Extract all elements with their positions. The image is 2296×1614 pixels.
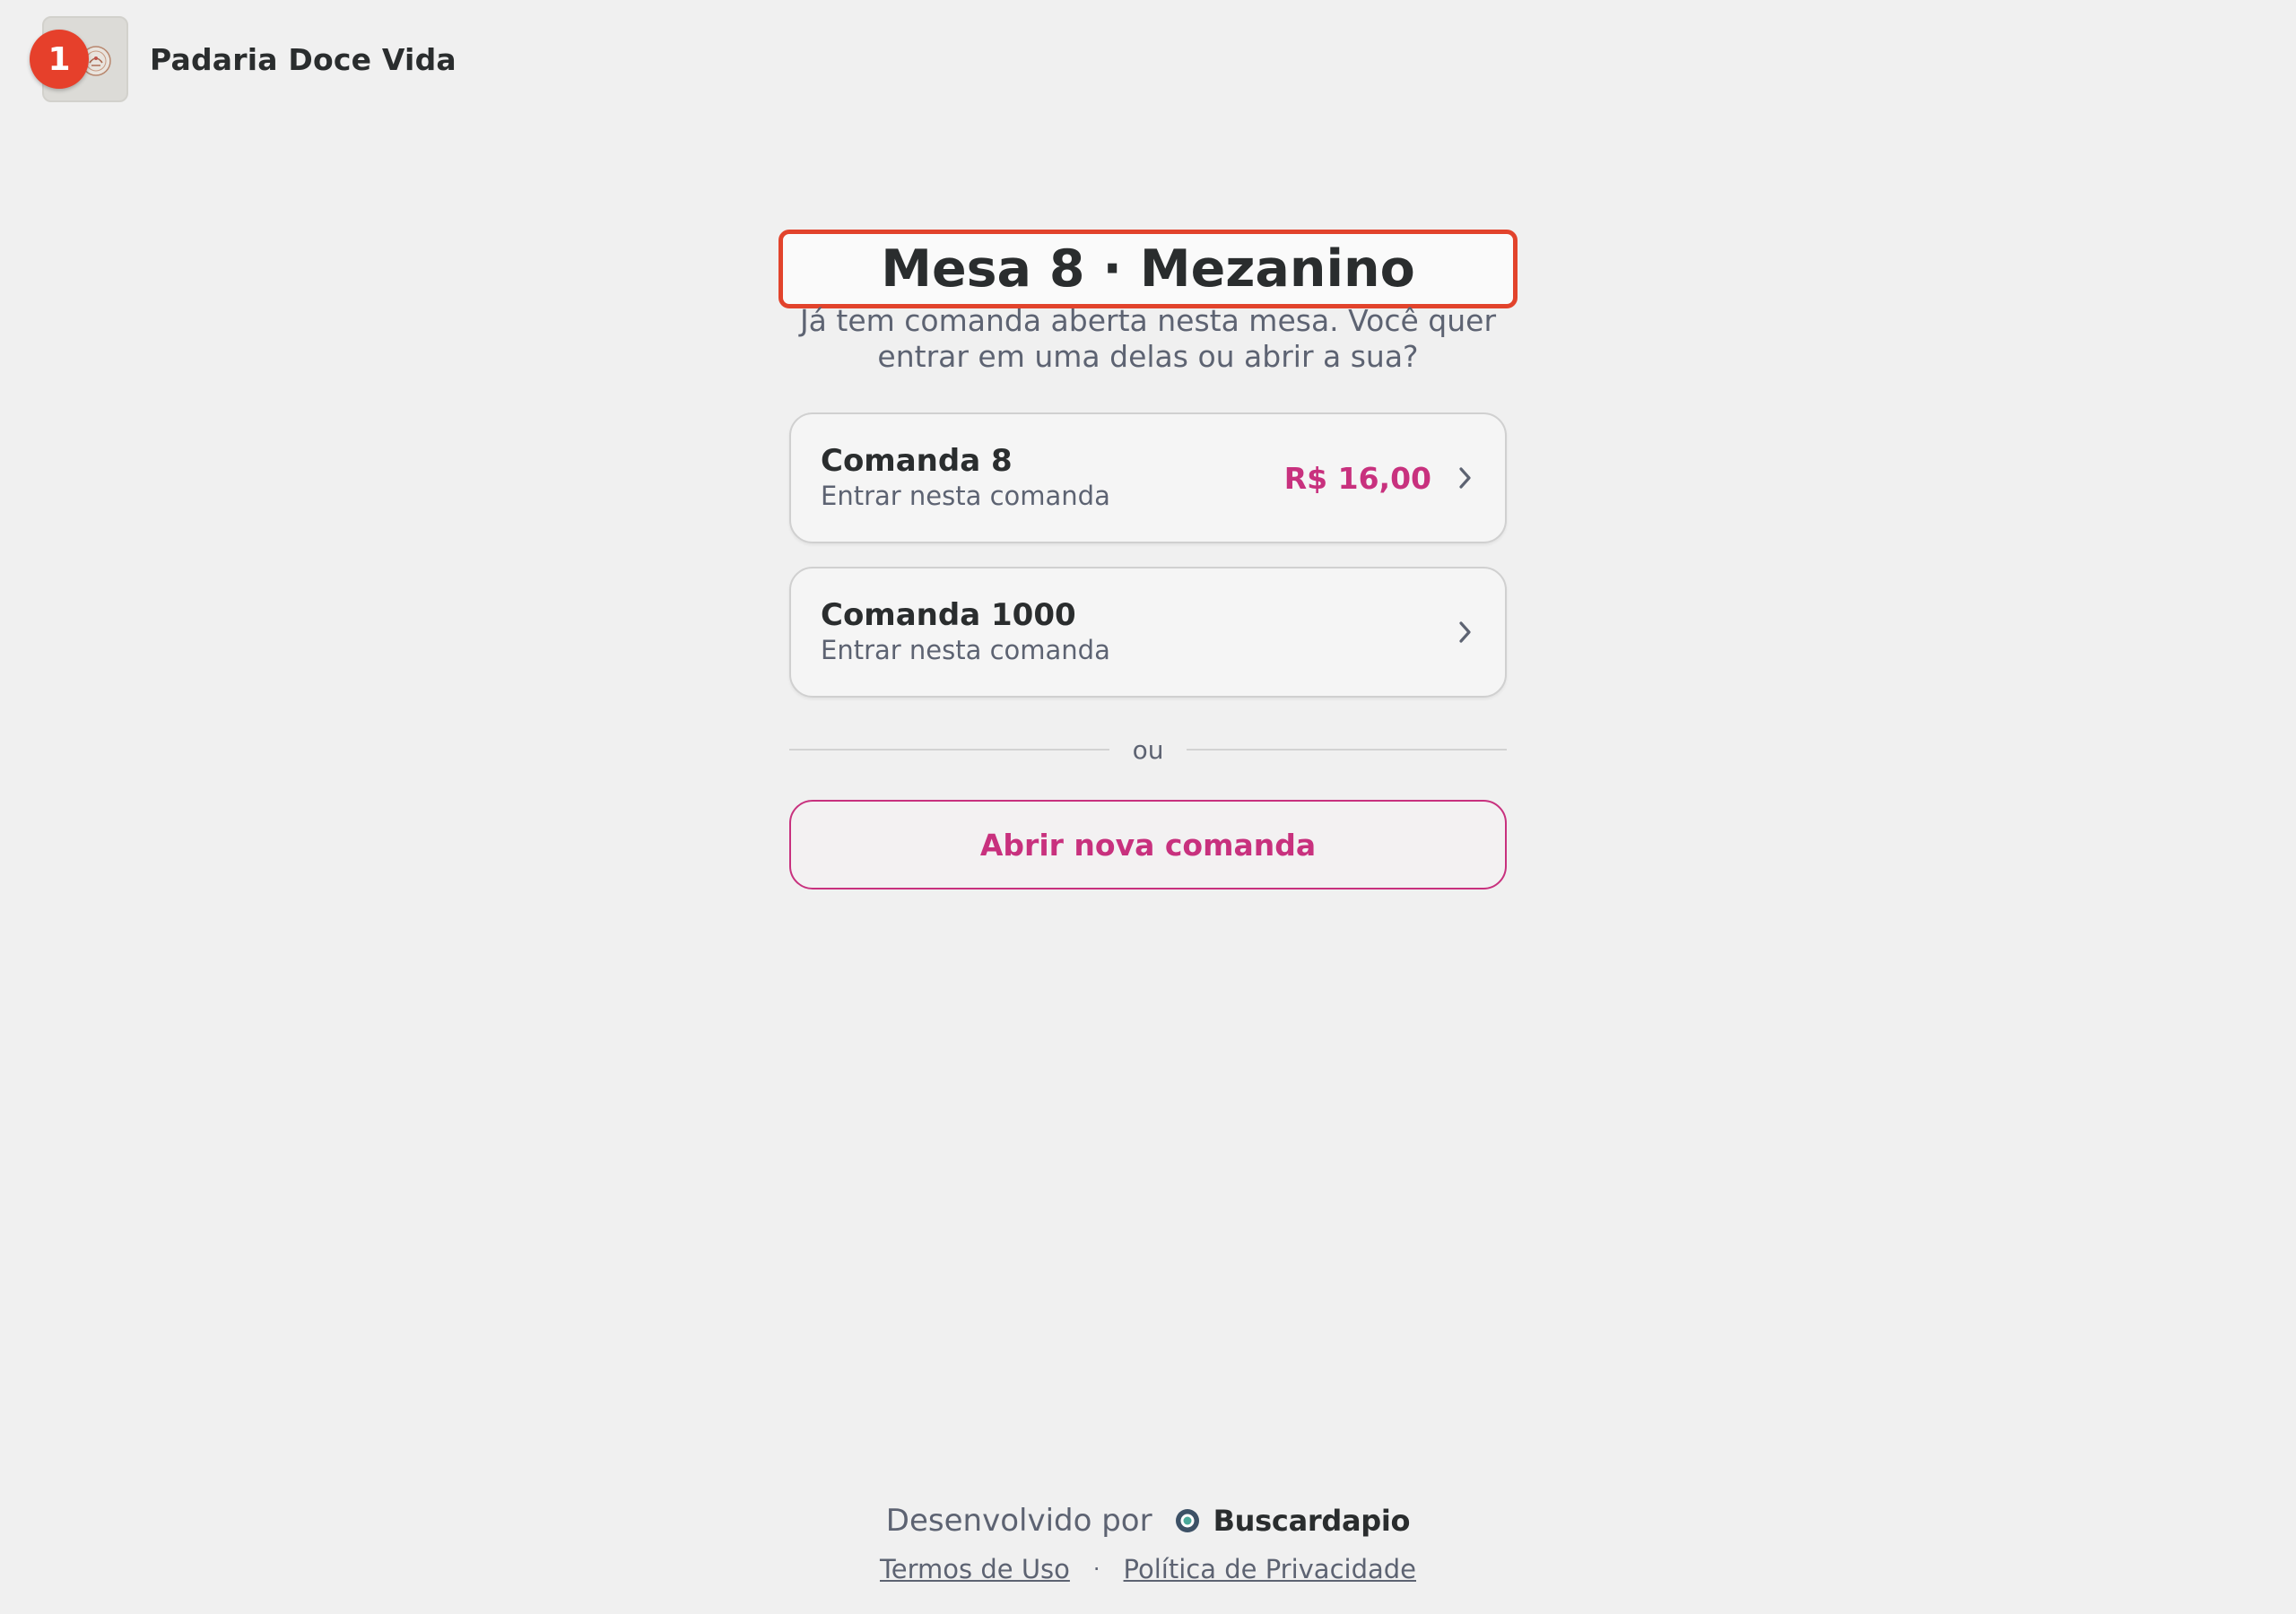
divider-line bbox=[789, 749, 1109, 751]
comanda-title: Comanda 1000 bbox=[821, 597, 1076, 633]
comanda-subtitle: Entrar nesta comanda bbox=[821, 635, 1110, 665]
step-badge: 1 bbox=[30, 30, 89, 89]
divider-line bbox=[1187, 749, 1508, 751]
chevron-right-icon bbox=[1455, 462, 1476, 494]
comanda-subtitle: Entrar nesta comanda bbox=[821, 481, 1110, 511]
footer-separator: · bbox=[1092, 1557, 1100, 1582]
comanda-amount: R$ 16,00 bbox=[1283, 460, 1431, 496]
header: 1 Padaria Doce Vida bbox=[30, 16, 457, 102]
privacy-link[interactable]: Política de Privacidade bbox=[1124, 1554, 1416, 1584]
comanda-card-text: Comanda 1000 Entrar nesta comanda bbox=[821, 597, 1455, 667]
store-logo[interactable]: 1 bbox=[30, 16, 128, 102]
store-name: Padaria Doce Vida bbox=[150, 41, 457, 77]
comanda-card-8[interactable]: Comanda 8 Entrar nesta comanda R$ 16,00 bbox=[789, 412, 1507, 543]
brand-name[interactable]: Buscardapio bbox=[1213, 1504, 1411, 1538]
divider-text: ou bbox=[1132, 734, 1164, 765]
comanda-card-1000[interactable]: Comanda 1000 Entrar nesta comanda bbox=[789, 567, 1507, 698]
open-new-comanda-button[interactable]: Abrir nova comanda bbox=[789, 800, 1507, 889]
or-divider: ou bbox=[789, 733, 1508, 766]
page-title: Mesa 8 · Mezanino bbox=[881, 239, 1415, 299]
footer-links: Termos de Uso · Política de Privacidade bbox=[0, 1549, 2296, 1589]
page-subtitle: Já tem comanda aberta nesta mesa. Você q… bbox=[799, 303, 1497, 374]
comanda-title: Comanda 8 bbox=[821, 443, 1013, 479]
comanda-card-text: Comanda 8 Entrar nesta comanda bbox=[821, 443, 1284, 513]
buscardapio-logo-icon bbox=[1175, 1509, 1199, 1532]
developed-by-text: Desenvolvido por bbox=[885, 1503, 1152, 1539]
title-highlight-box: Mesa 8 · Mezanino bbox=[778, 230, 1518, 308]
chevron-right-icon bbox=[1455, 616, 1476, 648]
footer-developed-by: Desenvolvido por Buscardapio bbox=[0, 1497, 2296, 1544]
terms-link[interactable]: Termos de Uso bbox=[880, 1554, 1070, 1584]
